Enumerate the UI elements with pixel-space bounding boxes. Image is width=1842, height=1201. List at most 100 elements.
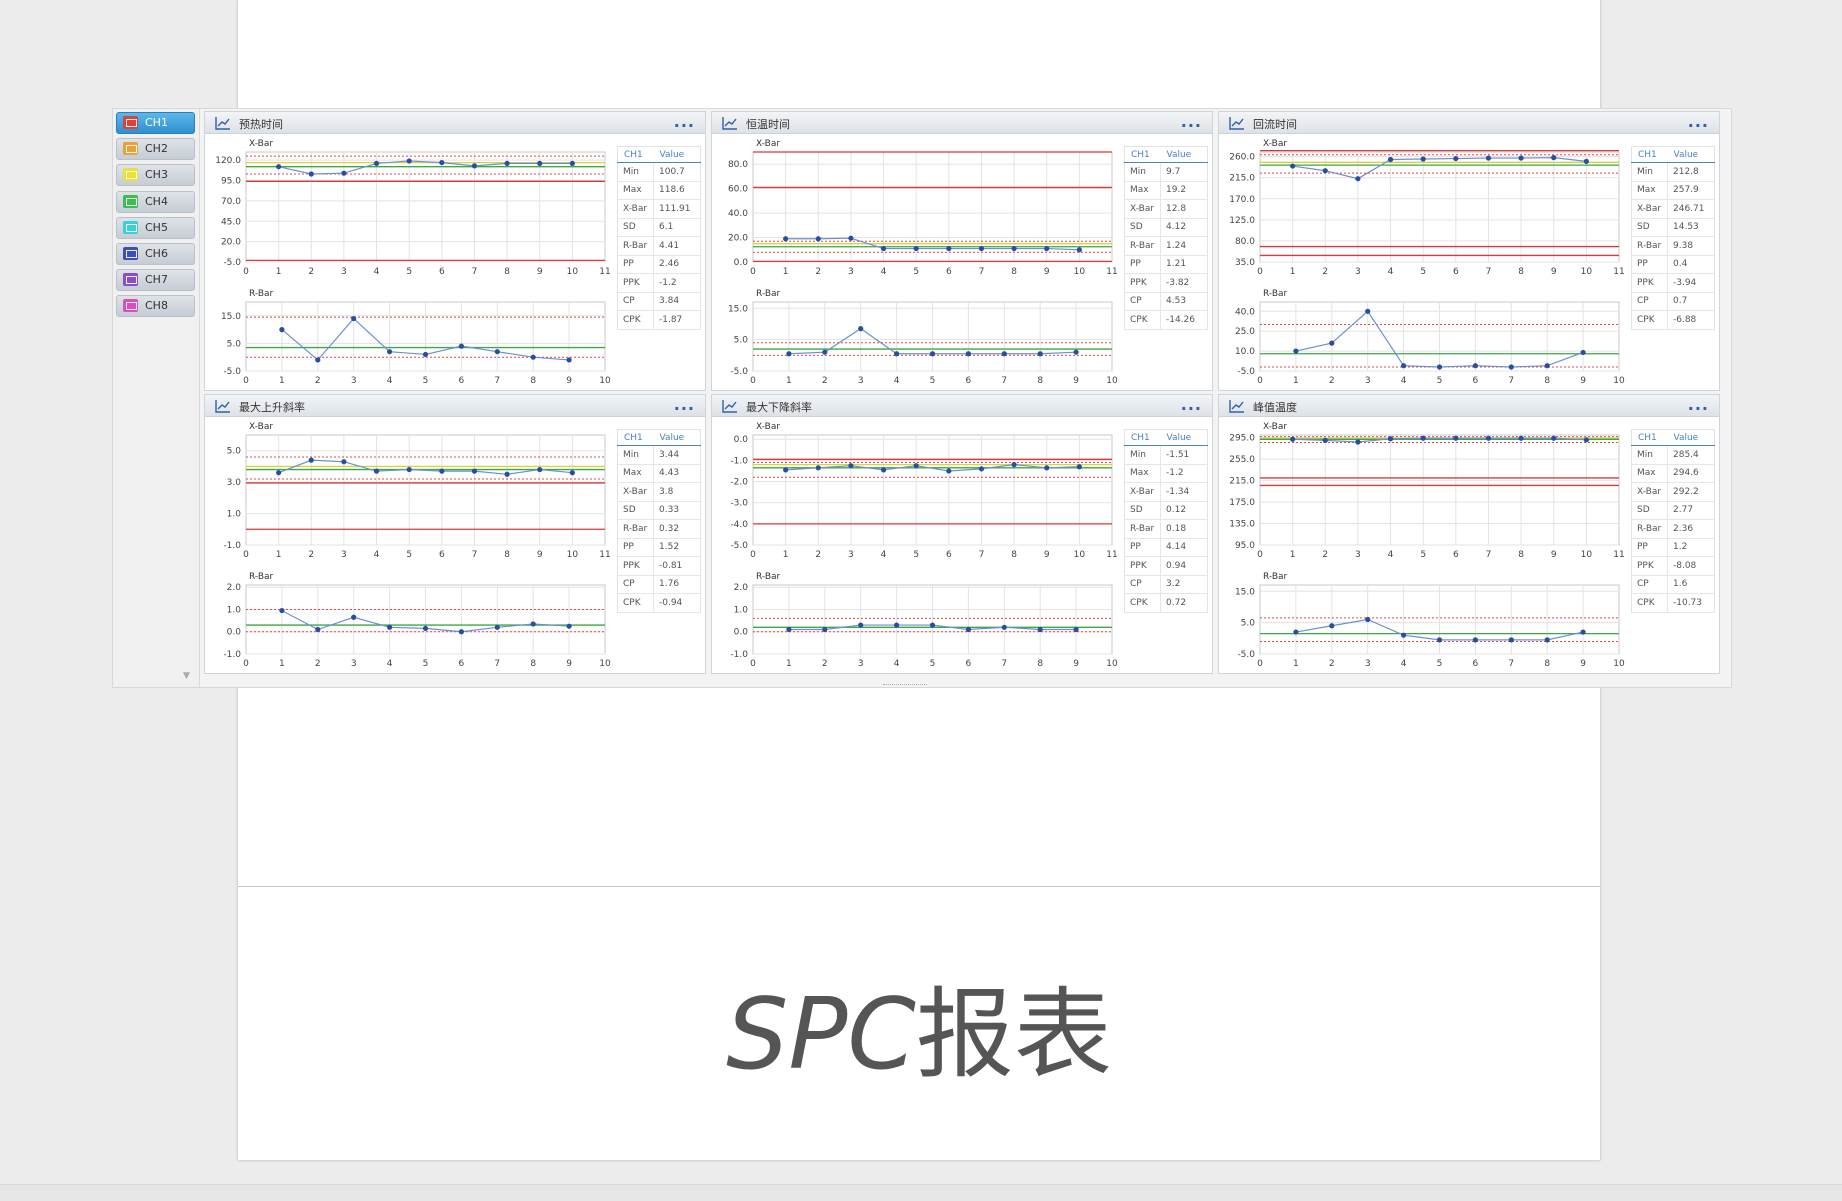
data-point bbox=[276, 164, 282, 170]
x-tick-label: 9 bbox=[566, 376, 572, 386]
x-tick-label: 2 bbox=[815, 550, 821, 560]
data-point bbox=[1329, 623, 1335, 629]
x-tick-label: 10 bbox=[599, 659, 611, 669]
data-point bbox=[373, 160, 380, 167]
table-row: X-Bar 292.2 bbox=[1631, 482, 1715, 502]
x-tick-label: 3 bbox=[1365, 659, 1371, 669]
x-tick-label: 2 bbox=[822, 659, 828, 669]
data-point bbox=[494, 624, 500, 630]
table-row: SD 0.12 bbox=[1124, 501, 1208, 520]
data-point bbox=[279, 327, 285, 333]
x-tick-label: 11 bbox=[1613, 267, 1624, 277]
stat-label: Min bbox=[1631, 162, 1668, 182]
channel-item-ch5[interactable]: CH5 bbox=[116, 216, 195, 239]
channel-item-ch3[interactable]: CH3 bbox=[116, 164, 195, 187]
channel-item-ch1[interactable]: CH1 bbox=[116, 112, 195, 134]
more-options-icon[interactable]: ... bbox=[674, 395, 695, 414]
rbar-chart-label: R-Bar bbox=[249, 289, 274, 299]
stat-label: R-Bar bbox=[1631, 519, 1668, 539]
x-tick-label: 4 bbox=[894, 376, 900, 386]
x-tick-label: 7 bbox=[472, 267, 478, 277]
stat-label: SD bbox=[1124, 218, 1161, 237]
more-options-icon[interactable]: ... bbox=[674, 112, 695, 131]
stat-label: Min bbox=[1124, 445, 1161, 465]
table-row: CP 1.6 bbox=[1631, 575, 1715, 594]
stat-value: 4.41 bbox=[653, 236, 701, 256]
data-point bbox=[1037, 351, 1043, 357]
stat-label: CP bbox=[617, 575, 654, 594]
spc-plot: X-Bar5.03.01.0-1.00 1 2 3 4 5 6 7 8 9 10 11R-Bar2.0… bbox=[223, 422, 611, 669]
stat-label: Max bbox=[1631, 464, 1668, 483]
data-point bbox=[279, 607, 285, 614]
scroll-down-icon[interactable]: ▼ bbox=[183, 671, 190, 681]
data-point bbox=[1001, 624, 1007, 630]
panel-title: 最大下降斜率 bbox=[746, 401, 812, 414]
stat-label: CP bbox=[1124, 575, 1161, 594]
spc-plot: X-Bar0.0-1.0-2.0-3.0-4.0-5.00 1 2 3 4 5 6 7 8 9 10… bbox=[730, 422, 1118, 669]
stat-value: -10.73 bbox=[1667, 593, 1715, 613]
channel-color-icon bbox=[123, 194, 138, 208]
y-tick-label: 95.0 bbox=[1235, 541, 1255, 551]
channel-label: CH2 bbox=[145, 142, 168, 156]
more-options-icon[interactable]: ... bbox=[1181, 112, 1202, 131]
x-tick-label: 11 bbox=[1106, 267, 1117, 277]
table-row: Max -1.2 bbox=[1124, 464, 1208, 483]
x-tick-label: 7 bbox=[494, 376, 500, 386]
data-point bbox=[1551, 435, 1557, 441]
xbar-chart-label: X-Bar bbox=[1263, 422, 1287, 432]
plot-area bbox=[752, 434, 1113, 546]
data-point bbox=[822, 349, 828, 355]
data-point bbox=[1518, 435, 1524, 441]
data-point bbox=[387, 349, 393, 355]
panel-header: 最大下降斜率... bbox=[712, 395, 1212, 417]
slide-caption: SPC报表 bbox=[238, 955, 1600, 1097]
more-options-icon[interactable]: ... bbox=[1181, 395, 1202, 414]
stat-value: -1.51 bbox=[1160, 445, 1208, 465]
x-tick-label: 8 bbox=[504, 267, 510, 277]
x-tick-label: 7 bbox=[1001, 376, 1007, 386]
x-tick-label: 2 bbox=[815, 267, 821, 277]
column-header: CH1 bbox=[617, 146, 654, 163]
data-point bbox=[566, 623, 572, 629]
table-header-row: CH1 Value bbox=[1124, 146, 1208, 163]
column-header: CH1 bbox=[617, 429, 654, 446]
x-tick-label: 10 bbox=[1074, 550, 1086, 560]
stat-value: 1.24 bbox=[1160, 236, 1208, 256]
y-tick-label: 35.0 bbox=[1235, 258, 1255, 268]
x-tick-label: 5 bbox=[930, 376, 936, 386]
data-point bbox=[858, 622, 864, 628]
channel-item-ch8[interactable]: CH8 bbox=[116, 295, 195, 318]
x-tick-label: 4 bbox=[1401, 659, 1407, 669]
data-point bbox=[1076, 464, 1082, 470]
stat-label: R-Bar bbox=[617, 519, 654, 539]
table-row: SD 2.77 bbox=[1631, 501, 1715, 520]
channel-item-ch6[interactable]: CH6 bbox=[116, 243, 195, 265]
data-point bbox=[504, 471, 510, 477]
statistics-table: CH1 Value Min 9.7 Max 19.2 X-Bar 12.8 SD 4.12 R-Ba… bbox=[1124, 146, 1208, 330]
channel-item-ch2[interactable]: CH2 bbox=[116, 138, 195, 161]
data-point bbox=[1073, 626, 1079, 633]
y-tick-label: 5.0 bbox=[1241, 619, 1256, 629]
stat-label: R-Bar bbox=[617, 236, 654, 256]
stat-label: PPK bbox=[1124, 556, 1161, 576]
channel-item-ch7[interactable]: CH7 bbox=[116, 269, 195, 292]
stat-value: 4.53 bbox=[1160, 292, 1208, 311]
y-tick-label: 10.0 bbox=[1235, 347, 1255, 357]
y-tick-label: 40.0 bbox=[728, 209, 748, 219]
x-tick-label: 3 bbox=[351, 376, 357, 386]
x-tick-label: 9 bbox=[566, 659, 572, 669]
rbar-chart-label: R-Bar bbox=[756, 572, 781, 582]
resize-grip[interactable] bbox=[883, 684, 927, 687]
more-options-icon[interactable]: ... bbox=[1688, 395, 1709, 414]
channel-item-ch4[interactable]: CH4 bbox=[116, 190, 195, 213]
data-point bbox=[1073, 349, 1079, 355]
y-tick-label: 120.0 bbox=[215, 156, 241, 166]
x-tick-label: 11 bbox=[1106, 550, 1117, 560]
stat-label: PPK bbox=[617, 273, 654, 293]
x-tick-label: 9 bbox=[1044, 267, 1050, 277]
data-point bbox=[894, 351, 900, 357]
x-tick-label: 0 bbox=[1257, 550, 1263, 560]
table-row: PP 0.4 bbox=[1631, 255, 1715, 274]
more-options-icon[interactable]: ... bbox=[1688, 112, 1709, 131]
x-tick-label: 1 bbox=[783, 267, 789, 277]
